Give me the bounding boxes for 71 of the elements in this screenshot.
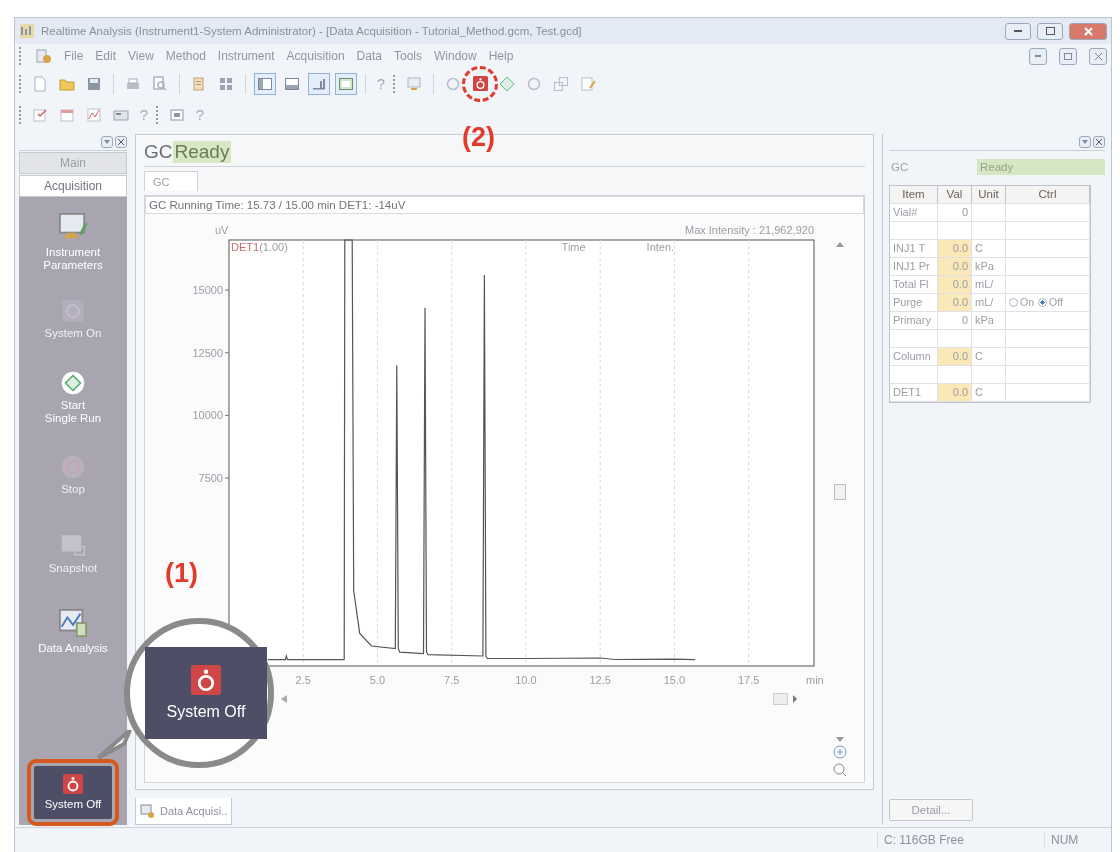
axis-label: uV	[215, 224, 229, 236]
status-text: NUM	[1044, 833, 1111, 847]
legend-label: DET1(1.00)	[231, 241, 288, 253]
table-cell: 0.0	[938, 384, 972, 401]
column-header: Inten.	[646, 241, 675, 253]
sidebar-tab[interactable]: Main	[19, 152, 127, 174]
axis-tick-label: 10.0	[515, 674, 537, 686]
instrument-label: GC	[144, 141, 173, 163]
axis-unit-label: min	[806, 674, 824, 686]
sidebar-item[interactable]: Instrument Parameters	[27, 207, 119, 277]
column-header: Item	[890, 186, 938, 203]
table-cell: kPa	[972, 258, 1006, 275]
table-cell: mL/	[972, 294, 1006, 311]
table-cell: 0.0	[938, 276, 972, 293]
detail-button[interactable]: Detail...	[889, 799, 973, 821]
table-cell: 0	[938, 204, 972, 221]
sidebar-item[interactable]: Start Single Run	[27, 363, 119, 433]
axis-tick-label: 5.0	[369, 674, 386, 686]
menu-item[interactable]: View	[128, 49, 154, 63]
help-button[interactable]: ?	[193, 106, 207, 123]
axis-tick-label: 17.5	[737, 674, 760, 686]
annotation-label: (1)	[165, 558, 198, 589]
table-cell: 0.0	[938, 348, 972, 365]
axis-tick-label: 15.0	[663, 674, 686, 686]
menu-item[interactable]: Acquisition	[286, 49, 345, 63]
document-tab[interactable]: Data Acquisi..	[135, 798, 233, 825]
column-header: Ctrl	[1006, 186, 1090, 203]
table-cell: C	[972, 348, 1006, 365]
radio-option[interactable]: Off	[1038, 294, 1063, 311]
window-title: Realtime Analysis (Instrument1-System Administrator) - [Data Acquisition - Tutorial_Method.gcm, Test.gcd]	[41, 25, 583, 37]
menu-item[interactable]: Help	[488, 49, 514, 63]
column-header: Unit	[972, 186, 1006, 203]
instrument-label: GC	[890, 161, 910, 173]
menu-item[interactable]: Edit	[95, 49, 117, 63]
axis-tick-label: 15000	[192, 284, 223, 297]
table-cell: C	[972, 240, 1006, 257]
menu-item[interactable]: Tools	[393, 49, 422, 63]
menu-item[interactable]: Window	[433, 49, 477, 63]
radio-option[interactable]: On	[1009, 294, 1034, 311]
menu-item[interactable]: Data	[356, 49, 382, 63]
axis-tick-label: 2.5	[295, 674, 311, 686]
table-cell: mL/	[972, 276, 1006, 293]
column-header: Time	[561, 241, 586, 253]
help-button[interactable]: ?	[374, 75, 388, 92]
menu-item[interactable]: Instrument	[217, 49, 275, 63]
system-off-button[interactable]: System Off	[145, 647, 267, 739]
annotation-label: (2)	[462, 122, 495, 153]
column-header: Val	[938, 186, 972, 203]
max-intensity-label: Max Intensity : 21,962,920	[684, 224, 814, 236]
axis-tick-label: 12.5	[589, 674, 611, 686]
status-label: Ready	[977, 159, 1105, 175]
status-text: C: 116GB Free	[877, 833, 1044, 847]
menu-item[interactable]: File	[64, 49, 84, 63]
status-label: Ready	[172, 141, 232, 163]
sidebar-item[interactable]: Data Analysis	[27, 597, 119, 667]
table-cell: kPa	[972, 312, 1006, 329]
table-cell: 0.0	[938, 240, 972, 257]
table-cell: C	[972, 384, 1006, 401]
table-cell: 0.0	[938, 294, 972, 311]
table-cell: Vial#	[890, 204, 938, 221]
tab[interactable]: GC	[144, 171, 198, 191]
table-cell: 0	[938, 312, 972, 329]
axis-tick-label: 10000	[192, 409, 223, 422]
help-button[interactable]: ?	[137, 106, 151, 123]
sidebar-tab[interactable]: Acquisition	[19, 175, 127, 197]
table-cell: Primary	[890, 312, 938, 329]
axis-tick-label: 12500	[192, 346, 223, 359]
table-cell: 0.0	[938, 258, 972, 275]
axis-tick-label: 7.5	[444, 674, 460, 686]
axis-tick-label: 7500	[198, 472, 223, 485]
menu-item[interactable]: Method	[165, 49, 206, 63]
